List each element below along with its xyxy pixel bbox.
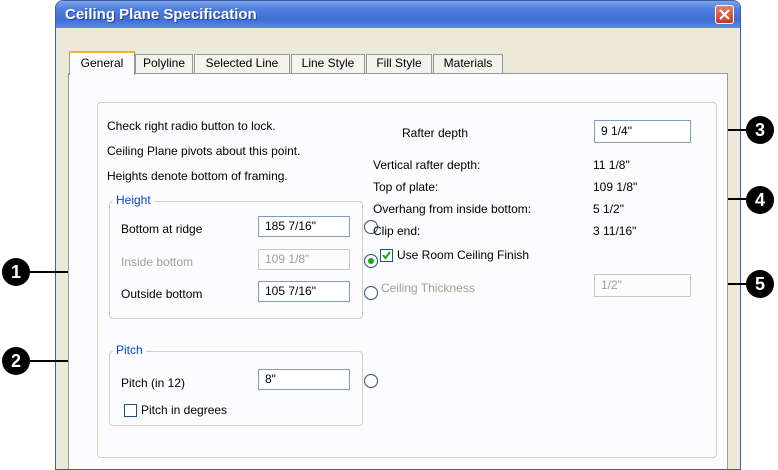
callout-1: 1 (2, 258, 30, 286)
tab-selected-line[interactable]: Selected Line (194, 54, 290, 73)
vertical-rafter-depth-value: 11 1/8" (593, 158, 630, 172)
tab-label: Fill Style (376, 56, 422, 70)
pitch-in-12-label: Pitch (in 12) (121, 376, 186, 390)
callout-5: 5 (746, 270, 774, 298)
callout-3: 3 (746, 116, 774, 144)
callout-4: 4 (746, 186, 774, 214)
tab-label: Line Style (301, 56, 355, 70)
rafter-depth-field[interactable]: 9 1/4" (594, 120, 691, 143)
outside-bottom-label: Outside bottom (121, 287, 203, 301)
tab-label: General (80, 56, 124, 70)
outside-bottom-field[interactable]: 105 7/16" (258, 281, 350, 302)
tab-materials[interactable]: Materials (433, 54, 503, 73)
height-legend: Height (113, 193, 154, 207)
general-tab-panel: Check right radio button to lock. Ceilin… (68, 73, 728, 469)
clip-end-value: 3 11/16" (593, 224, 637, 238)
ceiling-thickness-label: Ceiling Thickness (381, 281, 475, 295)
close-icon (719, 9, 730, 20)
vertical-rafter-depth-label: Vertical rafter depth: (373, 158, 481, 172)
tab-line-style[interactable]: Line Style (291, 54, 365, 73)
tab-general[interactable]: General (69, 51, 135, 75)
radio-selected-dot (368, 258, 374, 264)
bottom-at-ridge-label: Bottom at ridge (121, 222, 203, 236)
pitch-in-degrees-checkbox[interactable] (124, 404, 137, 417)
ceiling-thickness-field[interactable]: 1/2" (594, 274, 691, 297)
title-bar[interactable]: Ceiling Plane Specification (56, 1, 740, 28)
tab-label: Selected Line (205, 56, 279, 70)
window-title: Ceiling Plane Specification (65, 6, 257, 23)
outside-bottom-lock-radio[interactable] (364, 286, 378, 300)
inside-bottom-field[interactable]: 109 1/8" (258, 249, 350, 270)
tab-label: Materials (443, 56, 493, 70)
top-of-plate-label: Top of plate: (373, 180, 439, 194)
info-heights-text: Heights denote bottom of framing. (107, 169, 288, 183)
use-room-ceiling-finish-label: Use Room Ceiling Finish (397, 248, 530, 262)
pitch-in-12-field[interactable]: 8" (258, 369, 350, 390)
tab-polyline[interactable]: Polyline (135, 54, 193, 73)
callout-2: 2 (2, 347, 30, 375)
rafter-depth-label: Rafter depth (402, 126, 469, 140)
top-of-plate-value: 109 1/8" (593, 180, 638, 194)
clip-end-label: Clip end: (373, 224, 421, 238)
close-button[interactable] (715, 5, 734, 24)
inside-bottom-lock-radio[interactable] (364, 254, 378, 268)
pitch-legend: Pitch (113, 343, 146, 357)
bottom-at-ridge-field[interactable]: 185 7/16" (258, 216, 350, 237)
dialog-window: Ceiling Plane Specification General Poly… (55, 0, 741, 470)
use-room-ceiling-finish-checkbox[interactable] (380, 249, 393, 262)
pitch-lock-radio[interactable] (364, 374, 378, 388)
tab-fill-style[interactable]: Fill Style (366, 54, 432, 73)
info-lock-text: Check right radio button to lock. (107, 119, 276, 133)
check-icon (382, 251, 391, 260)
info-pivot-text: Ceiling Plane pivots about this point. (107, 144, 301, 158)
inside-bottom-label: Inside bottom (121, 255, 194, 269)
pitch-in-degrees-label: Pitch in degrees (141, 403, 228, 417)
overhang-label: Overhang from inside bottom: (373, 202, 532, 216)
tab-label: Polyline (142, 56, 186, 70)
overhang-value: 5 1/2" (593, 202, 624, 216)
